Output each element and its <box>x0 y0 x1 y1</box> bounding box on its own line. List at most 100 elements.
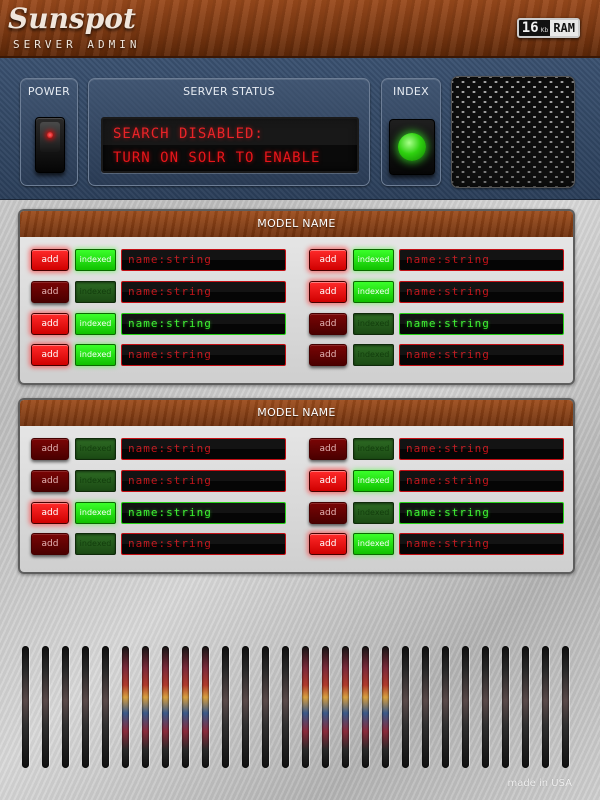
indexed-toggle[interactable]: indexed <box>353 438 394 460</box>
vent-slot <box>382 646 389 768</box>
ram-amount: 16 <box>521 20 539 36</box>
vent-slot <box>82 646 89 768</box>
index-panel: INDEX <box>381 78 441 186</box>
control-strip: POWER SERVER STATUS SEARCH DISABLED: TUR… <box>0 58 600 200</box>
add-button[interactable]: add <box>31 533 69 555</box>
vent-slot <box>362 646 369 768</box>
field-display: name:string <box>121 344 286 366</box>
index-led-icon <box>398 133 426 161</box>
model-panel: MODEL NAME add indexed name:string add index… <box>18 398 575 574</box>
vent-slot <box>342 646 349 768</box>
field-display: name:string <box>121 533 286 555</box>
vent-slot <box>262 646 269 768</box>
field-display: name:string <box>121 249 286 271</box>
add-button[interactable]: add <box>31 470 69 492</box>
ventilation-grille <box>22 646 578 768</box>
field-display: name:string <box>121 438 286 460</box>
model-panel-title: MODEL NAME <box>20 211 573 237</box>
vent-slot <box>242 646 249 768</box>
add-button[interactable]: add <box>31 502 69 524</box>
indexed-toggle[interactable]: indexed <box>75 313 116 335</box>
ram-unit: Kb <box>540 27 549 34</box>
vent-slot <box>202 646 209 768</box>
add-button[interactable]: add <box>309 313 347 335</box>
vent-slot <box>422 646 429 768</box>
add-button[interactable]: add <box>309 502 347 524</box>
add-button[interactable]: add <box>309 438 347 460</box>
vent-slot <box>282 646 289 768</box>
vent-slot <box>462 646 469 768</box>
add-button[interactable]: add <box>31 281 69 303</box>
indexed-toggle[interactable]: indexed <box>353 470 394 492</box>
vent-slot <box>302 646 309 768</box>
indexed-toggle[interactable]: indexed <box>75 533 116 555</box>
add-button[interactable]: add <box>309 281 347 303</box>
indexed-toggle[interactable]: indexed <box>353 281 394 303</box>
field-display: name:string <box>121 470 286 492</box>
add-button[interactable]: add <box>309 533 347 555</box>
field-display: name:string <box>399 533 564 555</box>
brand-logo: Sunspot <box>8 2 136 35</box>
field-display: name:string <box>399 344 564 366</box>
vent-slot <box>162 646 169 768</box>
server-status-title: SERVER STATUS <box>183 85 275 98</box>
power-switch[interactable] <box>35 117 65 173</box>
vent-slot <box>562 646 569 768</box>
ram-label: RAM <box>550 20 578 36</box>
add-button[interactable]: add <box>31 438 69 460</box>
vent-slot <box>102 646 109 768</box>
model-panel-title: MODEL NAME <box>20 400 573 426</box>
server-status-display: SEARCH DISABLED: TURN ON SOLR TO ENABLE <box>101 117 359 173</box>
vent-slot <box>402 646 409 768</box>
vent-slot <box>22 646 29 768</box>
power-rocker <box>40 122 60 152</box>
vent-slot <box>482 646 489 768</box>
made-in-label: made in USA <box>507 778 572 789</box>
vent-slot <box>542 646 549 768</box>
app-header: Sunspot SERVER ADMIN 16 Kb RAM <box>0 0 600 58</box>
indexed-toggle[interactable]: indexed <box>353 533 394 555</box>
field-display: name:string <box>121 313 286 335</box>
indexed-toggle[interactable]: indexed <box>75 438 116 460</box>
vent-slot <box>502 646 509 768</box>
indexed-toggle[interactable]: indexed <box>75 249 116 271</box>
indexed-toggle[interactable]: indexed <box>75 502 116 524</box>
server-status-panel: SERVER STATUS SEARCH DISABLED: TURN ON S… <box>88 78 370 186</box>
indexed-toggle[interactable]: indexed <box>75 470 116 492</box>
indexed-toggle[interactable]: indexed <box>75 344 116 366</box>
indexed-toggle[interactable]: indexed <box>353 502 394 524</box>
indexed-toggle[interactable]: indexed <box>353 313 394 335</box>
add-button[interactable]: add <box>309 249 347 271</box>
add-button[interactable]: add <box>31 313 69 335</box>
vent-slot <box>42 646 49 768</box>
status-line-2: TURN ON SOLR TO ENABLE <box>113 150 321 166</box>
add-button[interactable]: add <box>309 470 347 492</box>
vent-slot <box>522 646 529 768</box>
vent-slot <box>142 646 149 768</box>
power-panel: POWER <box>20 78 78 186</box>
field-display: name:string <box>399 438 564 460</box>
add-button[interactable]: add <box>31 249 69 271</box>
index-title: INDEX <box>393 85 429 98</box>
vent-slot <box>322 646 329 768</box>
field-display: name:string <box>399 502 564 524</box>
ram-badge: 16 Kb RAM <box>516 18 580 38</box>
vent-slot <box>442 646 449 768</box>
brand-subtitle: SERVER ADMIN <box>13 38 141 51</box>
indexed-toggle[interactable]: indexed <box>353 344 394 366</box>
field-display: name:string <box>399 249 564 271</box>
power-led-icon <box>47 132 53 138</box>
vent-slot <box>122 646 129 768</box>
field-display: name:string <box>121 281 286 303</box>
vent-slot <box>182 646 189 768</box>
index-button[interactable] <box>389 119 435 175</box>
field-display: name:string <box>399 470 564 492</box>
indexed-toggle[interactable]: indexed <box>353 249 394 271</box>
add-button[interactable]: add <box>31 344 69 366</box>
field-display: name:string <box>121 502 286 524</box>
add-button[interactable]: add <box>309 344 347 366</box>
indexed-toggle[interactable]: indexed <box>75 281 116 303</box>
status-line-1: SEARCH DISABLED: <box>113 126 264 142</box>
vent-slot <box>222 646 229 768</box>
power-title: POWER <box>27 85 71 98</box>
